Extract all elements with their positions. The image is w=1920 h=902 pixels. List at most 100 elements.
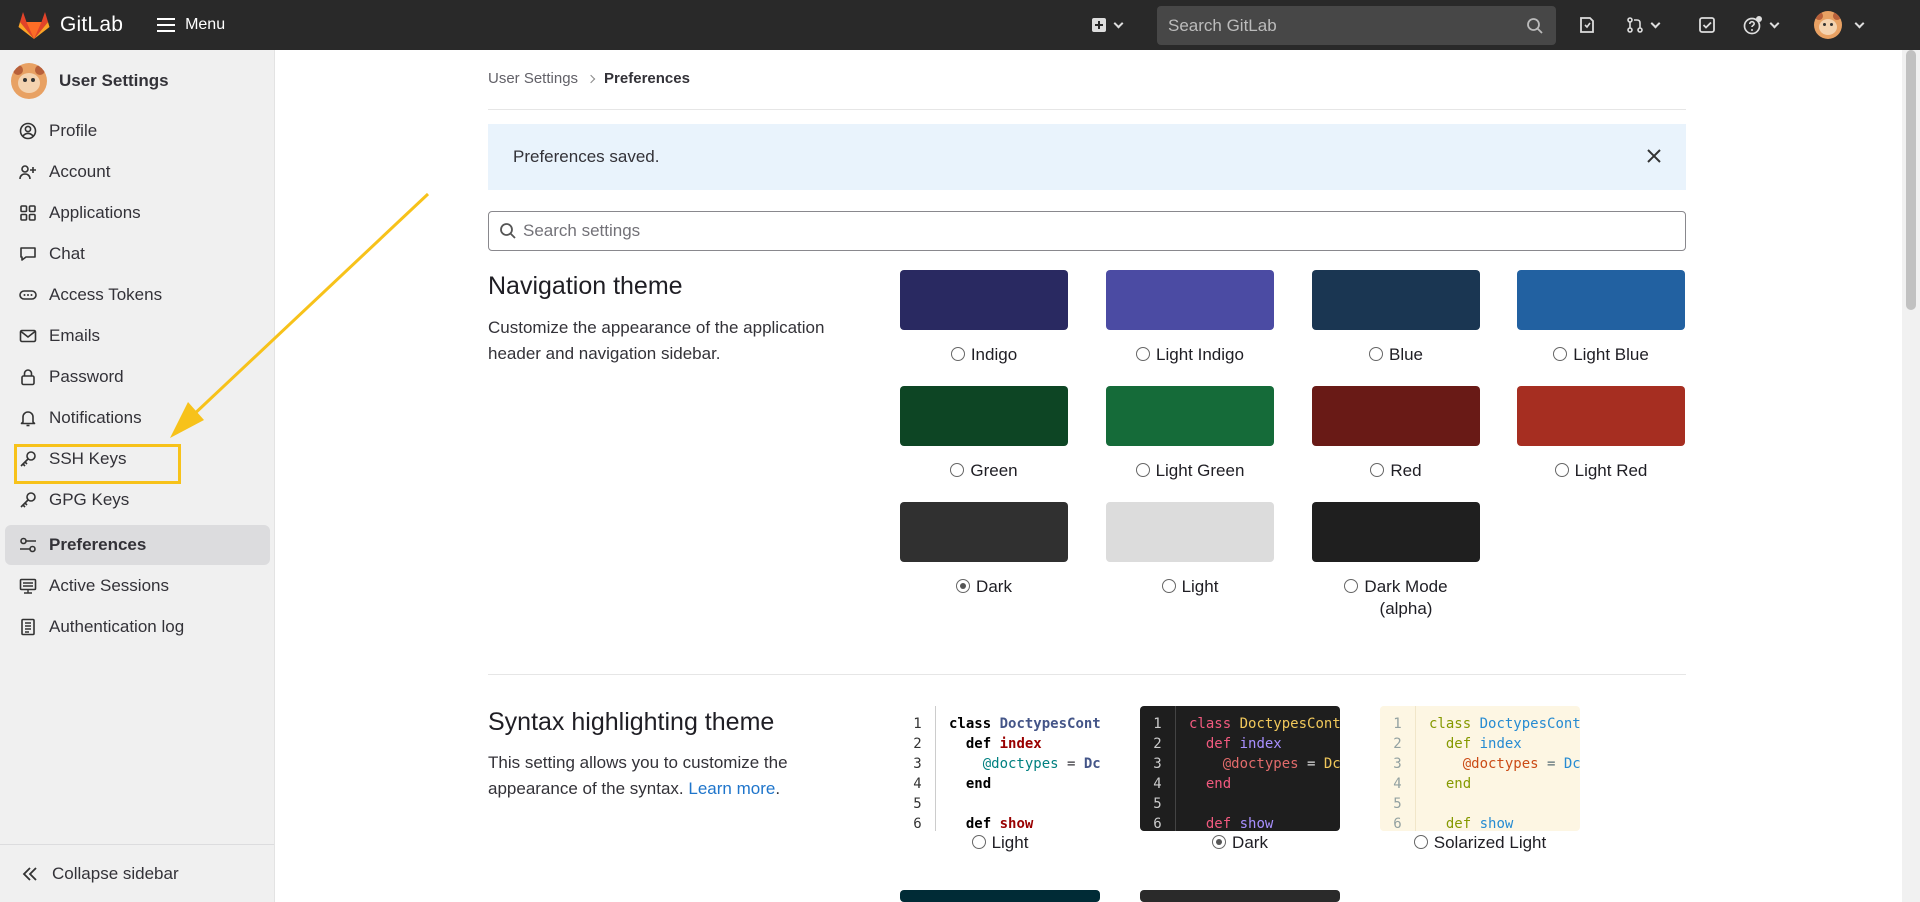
theme-radio[interactable] — [1368, 347, 1383, 361]
breadcrumb: User Settings Preferences — [488, 70, 690, 87]
theme-option-blue[interactable]: Blue — [1312, 270, 1480, 366]
new-dropdown[interactable] — [1091, 0, 1124, 50]
syntax-radio[interactable] — [971, 835, 986, 849]
top-navbar: GitLab Menu Search GitLab — [0, 0, 1920, 50]
tanuki-logo-icon — [18, 12, 50, 39]
syntax-option-light[interactable]: Light — [900, 832, 1100, 854]
sidebar-item-authentication-log[interactable]: Authentication log — [5, 607, 270, 647]
theme-radio[interactable] — [1161, 579, 1176, 593]
syntax-option-solarized-light[interactable]: Solarized Light — [1380, 832, 1580, 854]
issues-icon — [1580, 17, 1594, 33]
preferences-saved-alert: Preferences saved. — [488, 124, 1686, 190]
close-icon[interactable] — [1646, 148, 1662, 164]
syntax-option-dark[interactable]: Dark — [1140, 832, 1340, 854]
sidebar-header[interactable]: User Settings — [0, 50, 274, 112]
settings-search-placeholder: Search settings — [523, 221, 641, 240]
theme-label: Blue — [1388, 345, 1424, 364]
navigation-theme-title: Navigation theme — [488, 272, 683, 300]
user-menu-dropdown[interactable] — [1814, 0, 1865, 50]
navigation-theme-description: Customize the appearance of the applicat… — [488, 318, 825, 363]
sidebar-item-gpg-keys[interactable]: GPG Keys — [5, 480, 270, 520]
gitlab-logo[interactable]: GitLab — [18, 10, 123, 40]
sidebar-item-label: Chat — [49, 244, 85, 263]
theme-option-green[interactable]: Green — [900, 386, 1068, 482]
collapse-sidebar-label: Collapse sidebar — [52, 863, 179, 883]
theme-radio[interactable] — [1344, 579, 1359, 593]
syntax-preview-solarized-dark[interactable] — [900, 890, 1100, 902]
theme-radio[interactable] — [1135, 463, 1150, 477]
settings-search-input[interactable]: Search settings — [488, 211, 1686, 251]
sidebar-item-applications[interactable]: Applications — [5, 193, 270, 233]
profile-icon — [19, 122, 37, 140]
theme-label: Indigo — [970, 345, 1018, 364]
menu-label: Menu — [185, 16, 226, 33]
theme-label: Green — [970, 461, 1018, 480]
theme-radio[interactable] — [956, 579, 971, 593]
theme-swatch[interactable] — [1312, 270, 1480, 330]
sidebar-item-label: Access Tokens — [49, 285, 163, 304]
theme-label: Red — [1390, 461, 1422, 480]
sidebar-item-emails[interactable]: Emails — [5, 316, 270, 356]
todos-button[interactable] — [1698, 0, 1716, 50]
theme-option-light-green[interactable]: Light Green — [1106, 386, 1274, 482]
search-input[interactable]: Search GitLab — [1157, 6, 1556, 45]
theme-option-light[interactable]: Light — [1106, 502, 1274, 598]
preferences-icon — [20, 537, 36, 553]
sidebar-item-chat[interactable]: Chat — [5, 234, 270, 274]
merge-requests-dropdown[interactable] — [1626, 0, 1661, 50]
sidebar-item-preferences[interactable]: Preferences — [5, 525, 270, 565]
issues-button[interactable] — [1578, 0, 1596, 50]
theme-radio[interactable] — [950, 463, 965, 477]
syntax-preview-solarized-light[interactable]: 123456 class DoctypesCont def index @doc… — [1380, 706, 1580, 831]
theme-swatch[interactable] — [900, 502, 1068, 562]
syntax-preview-dark[interactable]: 123456 class DoctypesCont def index @doc… — [1140, 706, 1340, 831]
theme-option-light-indigo[interactable]: Light Indigo — [1106, 270, 1274, 366]
menu-button[interactable]: Menu — [157, 16, 225, 34]
theme-radio[interactable] — [1136, 347, 1151, 361]
collapse-sidebar-button[interactable]: Collapse sidebar — [0, 844, 274, 902]
theme-option-red[interactable]: Red — [1312, 386, 1480, 482]
syntax-preview-light[interactable]: 123456 class DoctypesCont def index @doc… — [900, 706, 1100, 831]
sidebar-title: User Settings — [59, 71, 169, 90]
sidebar-item-account[interactable]: Account — [5, 152, 270, 192]
theme-swatch[interactable] — [1106, 270, 1274, 330]
learn-more-link[interactable]: Learn more — [688, 779, 775, 798]
theme-radio[interactable] — [1553, 347, 1568, 361]
sidebar-item-password[interactable]: Password — [5, 357, 270, 397]
search-icon — [1527, 18, 1543, 34]
theme-radio[interactable] — [1370, 463, 1385, 477]
theme-swatch[interactable] — [1517, 270, 1685, 330]
chevron-down-icon — [1113, 18, 1124, 28]
theme-swatch[interactable] — [1312, 386, 1480, 446]
theme-swatch[interactable] — [1106, 386, 1274, 446]
sidebar-item-profile[interactable]: Profile — [5, 111, 270, 151]
breadcrumb-current: Preferences — [604, 70, 690, 87]
theme-swatch[interactable] — [1106, 502, 1274, 562]
theme-option-dark-mode[interactable]: Dark Mode (alpha) — [1312, 502, 1480, 620]
theme-option-light-blue[interactable]: Light Blue — [1517, 270, 1685, 366]
syntax-preview-monokai[interactable] — [1140, 890, 1340, 902]
syntax-preview-none[interactable] — [1380, 890, 1580, 902]
key-icon — [20, 492, 36, 508]
sidebar-item-active-sessions[interactable]: Active Sessions — [5, 566, 270, 606]
theme-radio[interactable] — [950, 347, 965, 361]
divider — [488, 109, 1686, 110]
theme-swatch[interactable] — [1517, 386, 1685, 446]
help-dropdown[interactable] — [1743, 0, 1780, 50]
page-scrollbar[interactable] — [1902, 50, 1920, 902]
hamburger-icon — [157, 18, 176, 32]
theme-radio[interactable] — [1554, 463, 1569, 477]
theme-option-indigo[interactable]: Indigo — [900, 270, 1068, 366]
breadcrumb-parent-link[interactable]: User Settings — [488, 70, 578, 87]
sidebar-item-access-tokens[interactable]: Access Tokens — [5, 275, 270, 315]
search-placeholder: Search GitLab — [1168, 15, 1277, 35]
theme-swatch[interactable] — [1312, 502, 1480, 562]
theme-option-light-red[interactable]: Light Red — [1517, 386, 1685, 482]
scrollbar-thumb[interactable] — [1906, 50, 1916, 310]
theme-swatch[interactable] — [900, 270, 1068, 330]
sidebar-item-notifications[interactable]: Notifications — [5, 398, 270, 438]
syntax-radio[interactable] — [1212, 835, 1227, 849]
theme-swatch[interactable] — [900, 386, 1068, 446]
theme-option-dark[interactable]: Dark — [900, 502, 1068, 598]
syntax-radio[interactable] — [1413, 835, 1428, 849]
